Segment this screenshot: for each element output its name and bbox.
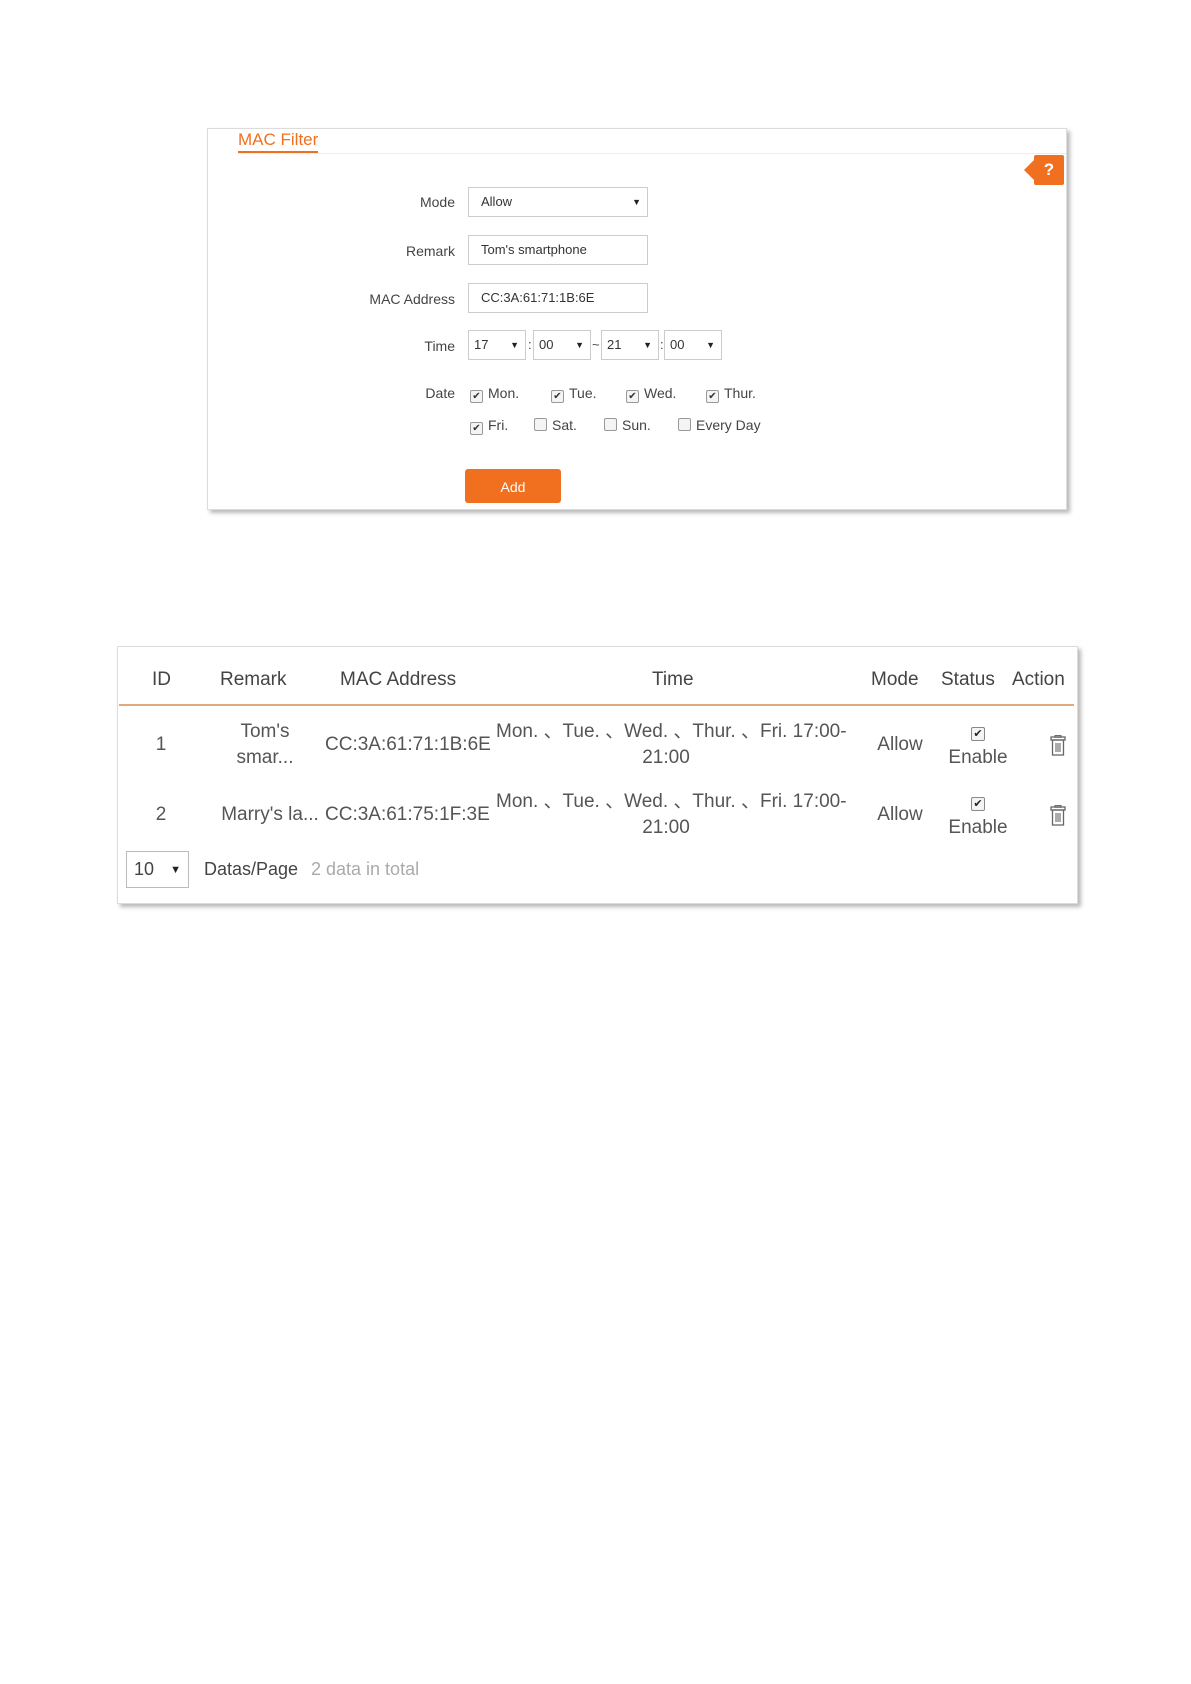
header-divider <box>119 704 1074 706</box>
day-checkbox-fri[interactable]: ✔ Fri. <box>470 417 508 435</box>
day-checkbox-wed[interactable]: ✔ Wed. <box>626 385 676 403</box>
mac-address-label: MAC Address <box>369 291 455 307</box>
page-size-select[interactable]: 10 ▼ <box>126 851 189 888</box>
page-size-label: Datas/Page <box>204 859 299 879</box>
header-id: ID <box>152 669 171 690</box>
header-action: Action <box>1012 669 1065 690</box>
checkbox-icon: ✔ <box>706 390 719 403</box>
row-status: ✔ Enable <box>938 719 1018 771</box>
checkbox-icon <box>534 418 547 431</box>
row-mac: CC:3A:61:75:1F:3E <box>325 804 490 825</box>
time-colon: : <box>528 337 532 352</box>
mac-filter-table: ID Remark MAC Address Time Mode Status A… <box>117 646 1078 904</box>
checkbox-icon <box>604 418 617 431</box>
checkbox-icon: ✔ <box>626 390 639 403</box>
row-mode: Allow <box>877 804 923 825</box>
row-time: Mon. 、Tue. 、Wed. 、Thur. 、Fri. 17:00- 21:… <box>496 721 847 768</box>
day-checkbox-mon[interactable]: ✔ Mon. <box>470 385 519 403</box>
date-label: Date <box>425 385 455 401</box>
mode-label: Mode <box>419 194 455 210</box>
remark-label: Remark <box>405 243 455 259</box>
row-remark: Marry's la... <box>221 804 319 825</box>
mac-address-input[interactable]: CC:3A:61:71:1B:6E <box>468 283 648 313</box>
status-label: Enable <box>948 747 1008 768</box>
row-mode: Allow <box>877 734 923 755</box>
row-mac: CC:3A:61:71:1B:6E <box>325 734 491 755</box>
chevron-down-icon: ▼ <box>643 340 652 350</box>
status-checkbox[interactable]: ✔ <box>971 727 985 741</box>
row-status: ✔ Enable <box>938 789 1018 841</box>
day-checkbox-sat[interactable]: Sat. <box>534 417 577 433</box>
chevron-down-icon: ▼ <box>706 340 715 350</box>
chevron-down-icon: ▼ <box>575 340 584 350</box>
remark-input[interactable]: Tom's smartphone <box>468 235 648 265</box>
trash-icon[interactable] <box>1048 805 1068 827</box>
mac-filter-panel: MAC Filter ? Mode Allow ▼ Remark Tom's s… <box>207 128 1067 510</box>
help-icon: ? <box>1043 160 1055 179</box>
checkbox-icon: ✔ <box>470 390 483 403</box>
day-checkbox-tue[interactable]: ✔ Tue. <box>551 385 597 403</box>
trash-icon[interactable] <box>1048 735 1068 757</box>
chevron-down-icon: ▼ <box>170 864 181 876</box>
mode-select[interactable]: Allow ▼ <box>468 187 648 217</box>
row-remark: Tom's smar... <box>236 721 294 768</box>
checkbox-icon <box>678 418 691 431</box>
mode-value: Allow <box>481 194 513 209</box>
panel-title: MAC Filter <box>238 130 319 153</box>
chevron-down-icon: ▼ <box>510 340 519 350</box>
header-mac: MAC Address <box>340 669 457 690</box>
add-button[interactable]: Add <box>465 469 561 503</box>
end-hour-select[interactable]: 21 ▼ <box>601 330 659 360</box>
total-count: 2 data in total <box>311 859 420 879</box>
day-checkbox-sun[interactable]: Sun. <box>604 417 651 433</box>
header-mode: Mode <box>871 669 919 690</box>
status-label: Enable <box>948 817 1008 838</box>
checkbox-icon: ✔ <box>470 422 483 435</box>
time-label: Time <box>424 338 455 354</box>
day-checkbox-thur[interactable]: ✔ Thur. <box>706 385 756 403</box>
checkbox-icon: ✔ <box>551 390 564 403</box>
help-button[interactable]: ? <box>1024 155 1064 185</box>
row-id: 1 <box>155 734 167 755</box>
chevron-down-icon: ▼ <box>632 197 641 207</box>
start-minute-select[interactable]: 00 ▼ <box>533 330 591 360</box>
title-divider <box>238 153 1066 154</box>
header-remark: Remark <box>220 669 287 690</box>
status-checkbox[interactable]: ✔ <box>971 797 985 811</box>
header-status: Status <box>941 669 995 690</box>
time-tilde: ~ <box>592 337 600 352</box>
day-checkbox-every-day[interactable]: Every Day <box>678 417 761 433</box>
header-time: Time <box>652 669 694 690</box>
row-time: Mon. 、Tue. 、Wed. 、Thur. 、Fri. 17:00- 21:… <box>496 791 847 838</box>
row-id: 2 <box>155 804 167 825</box>
start-hour-select[interactable]: 17 ▼ <box>468 330 526 360</box>
end-minute-select[interactable]: 00 ▼ <box>664 330 722 360</box>
